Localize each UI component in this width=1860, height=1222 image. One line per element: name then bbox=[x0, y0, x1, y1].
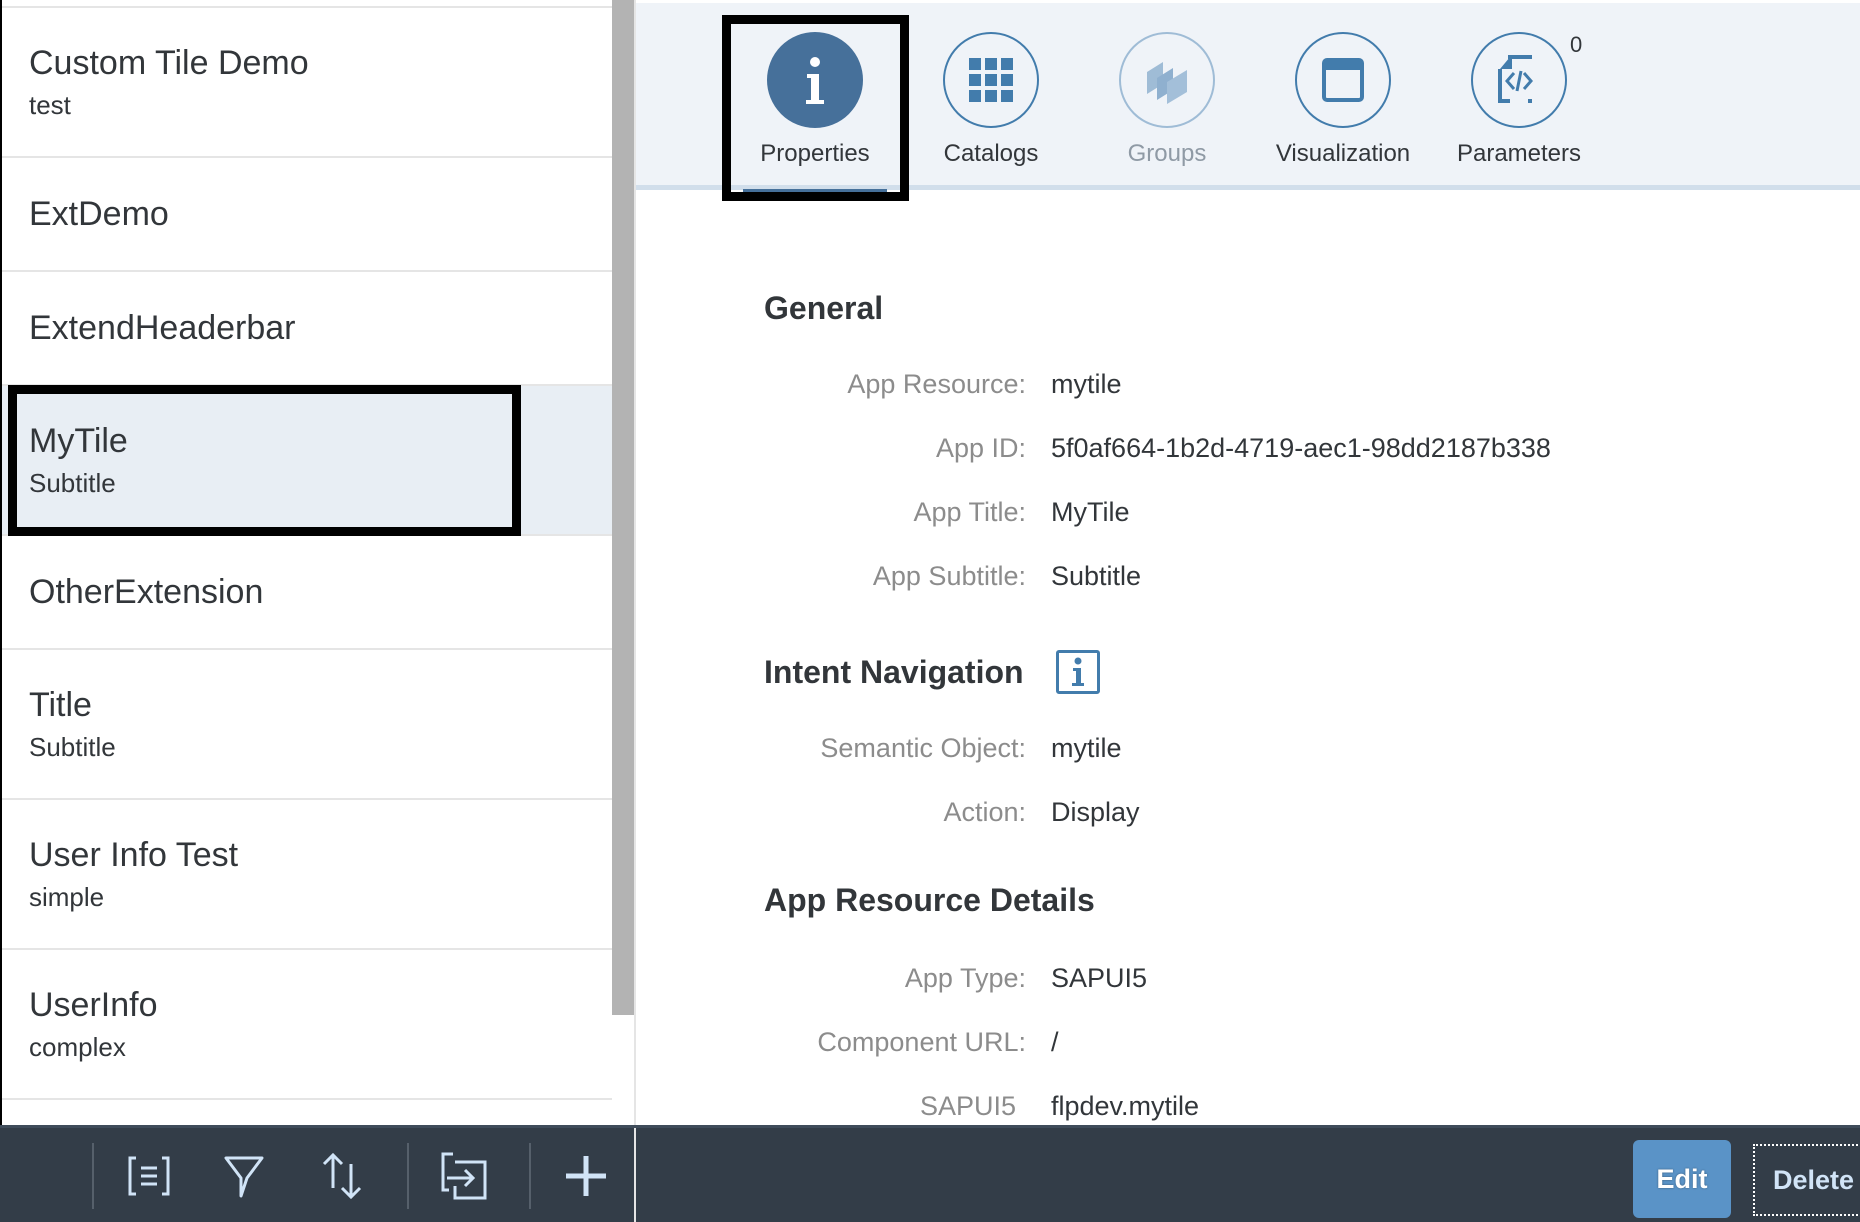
info-icon bbox=[1071, 657, 1084, 686]
window-icon bbox=[1322, 58, 1364, 102]
intent-info-button[interactable] bbox=[1055, 650, 1100, 694]
footer-toolbar: Edit Delete bbox=[0, 1125, 1860, 1222]
field-value: Subtitle bbox=[1051, 560, 1142, 591]
field-value: / bbox=[1051, 1026, 1059, 1057]
filter-button[interactable] bbox=[219, 1151, 269, 1201]
field-value: mytile bbox=[1051, 368, 1122, 399]
field-value: Display bbox=[1051, 796, 1140, 827]
field-value: flpdev.mytile bbox=[1051, 1090, 1200, 1121]
field-label: App ID: bbox=[935, 432, 1026, 463]
field-label: SAPUI5 bbox=[919, 1090, 1016, 1121]
info-icon bbox=[806, 57, 824, 104]
list-select-icon bbox=[128, 1156, 170, 1196]
multi-select-button[interactable] bbox=[124, 1151, 174, 1201]
app-list: Custom Tile Demo test ExtDemo ExtendHead… bbox=[2, 8, 612, 1100]
field-app-title: App Title: MyTile bbox=[636, 492, 1860, 532]
list-item-selected[interactable]: MyTile Subtitle bbox=[2, 386, 612, 536]
field-label: Action: bbox=[943, 796, 1026, 827]
code-file-icon bbox=[1498, 55, 1533, 103]
tab-visualization[interactable]: Visualization bbox=[1258, 3, 1428, 190]
master-list-panel: Custom Tile Demo test ExtDemo ExtendHead… bbox=[0, 0, 634, 1125]
scrollbar-thumb[interactable] bbox=[612, 0, 634, 1015]
tab-catalogs[interactable]: Catalogs bbox=[906, 3, 1076, 190]
list-item-title: OtherExtension bbox=[29, 572, 264, 611]
field-semantic-object: Semantic Object: mytile bbox=[636, 728, 1860, 768]
field-app-subtitle: App Subtitle: Subtitle bbox=[636, 556, 1860, 596]
field-sapui5: SAPUI5 flpdev.mytile bbox=[636, 1086, 1860, 1125]
field-value: SAPUI5 bbox=[1051, 962, 1148, 993]
delete-button[interactable]: Delete bbox=[1753, 1144, 1860, 1216]
tab-label: Properties bbox=[760, 140, 870, 167]
plus-icon bbox=[566, 1156, 606, 1196]
list-item-title: MyTile bbox=[29, 422, 128, 460]
filter-icon bbox=[224, 1156, 264, 1198]
field-label: Component URL: bbox=[817, 1026, 1026, 1057]
field-app-id: App ID: 5f0af664-1b2d-4719-aec1-98dd2187… bbox=[636, 428, 1860, 468]
list-item-description: Subtitle bbox=[29, 731, 116, 762]
field-value: 5f0af664-1b2d-4719-aec1-98dd2187b338 bbox=[1051, 432, 1551, 463]
field-label: App Type: bbox=[904, 962, 1026, 993]
field-label: Semantic Object: bbox=[820, 732, 1026, 763]
field-label: App Title: bbox=[913, 496, 1026, 527]
edit-button[interactable]: Edit bbox=[1633, 1140, 1731, 1218]
sort-icon bbox=[322, 1152, 362, 1200]
field-action: Action: Display bbox=[636, 792, 1860, 832]
field-app-type: App Type: SAPUI5 bbox=[636, 958, 1860, 998]
section-title-general: General bbox=[764, 290, 884, 326]
list-item-description: simple bbox=[29, 881, 105, 912]
import-button[interactable] bbox=[439, 1151, 489, 1201]
tab-icon-circle bbox=[943, 32, 1039, 128]
list-item[interactable]: Custom Tile Demo test bbox=[2, 8, 612, 158]
tab-active-indicator bbox=[743, 189, 887, 195]
toolbar-separator bbox=[529, 1143, 531, 1209]
tab-label: Visualization bbox=[1275, 140, 1411, 167]
parameters-count-badge: 0 bbox=[1570, 32, 1583, 57]
list-item-title: User Info Test bbox=[29, 836, 239, 874]
toolbar-separator bbox=[407, 1143, 409, 1209]
list-item-title: UserInfo bbox=[29, 986, 158, 1024]
tab-icon-circle bbox=[1119, 32, 1215, 128]
field-value: mytile bbox=[1051, 732, 1122, 763]
tab-properties[interactable]: Properties bbox=[730, 3, 900, 195]
detail-panel: Properties Catalogs Groups Visualization… bbox=[636, 0, 1860, 1125]
section-title-text: Intent Navigation bbox=[764, 653, 1024, 690]
list-item[interactable]: User Info Test simple bbox=[2, 800, 612, 950]
field-label: App Resource: bbox=[847, 368, 1026, 399]
import-icon bbox=[441, 1152, 487, 1200]
list-item-description: complex bbox=[29, 1031, 126, 1062]
tab-label: Parameters bbox=[1456, 140, 1582, 167]
tab-label: Catalogs bbox=[943, 140, 1039, 167]
list-item-title: Custom Tile Demo bbox=[29, 44, 309, 82]
tab-label: Groups bbox=[1127, 140, 1207, 167]
list-item-description: Subtitle bbox=[29, 467, 116, 498]
list-item-description: test bbox=[29, 89, 71, 120]
list-item-title: ExtDemo bbox=[29, 194, 169, 233]
add-button[interactable] bbox=[561, 1151, 611, 1201]
section-title-app-resource-details: App Resource Details bbox=[764, 882, 1095, 918]
icon-tab-bar: Properties Catalogs Groups Visualization… bbox=[636, 3, 1860, 195]
list-item[interactable]: OtherExtension bbox=[2, 536, 612, 650]
list-item-title: Title bbox=[29, 686, 92, 724]
field-value: MyTile bbox=[1051, 496, 1130, 527]
list-item-title: ExtendHeaderbar bbox=[29, 308, 296, 347]
list-item[interactable]: UserInfo complex bbox=[2, 950, 612, 1100]
field-label: App Subtitle: bbox=[872, 560, 1026, 591]
field-component-url: Component URL: / bbox=[636, 1022, 1860, 1062]
tab-icon-circle bbox=[1295, 32, 1391, 128]
grid-icon bbox=[969, 58, 1013, 102]
sort-button[interactable] bbox=[317, 1151, 367, 1201]
tab-parameters[interactable]: Parameters 0 bbox=[1434, 3, 1604, 190]
list-item[interactable]: ExtendHeaderbar bbox=[2, 272, 612, 386]
field-app-resource: App Resource: mytile bbox=[636, 364, 1860, 404]
tab-icon-circle bbox=[767, 32, 863, 128]
list-item[interactable]: ExtDemo bbox=[2, 158, 612, 272]
tab-icon-circle bbox=[1471, 32, 1567, 128]
toolbar-separator bbox=[92, 1143, 94, 1209]
tab-groups[interactable]: Groups bbox=[1082, 3, 1252, 190]
groups-icon bbox=[1147, 62, 1187, 104]
footer-panel-divider bbox=[634, 1128, 636, 1222]
section-title-intent-navigation: Intent Navigation bbox=[764, 650, 1100, 694]
list-item[interactable]: Title Subtitle bbox=[2, 650, 612, 800]
